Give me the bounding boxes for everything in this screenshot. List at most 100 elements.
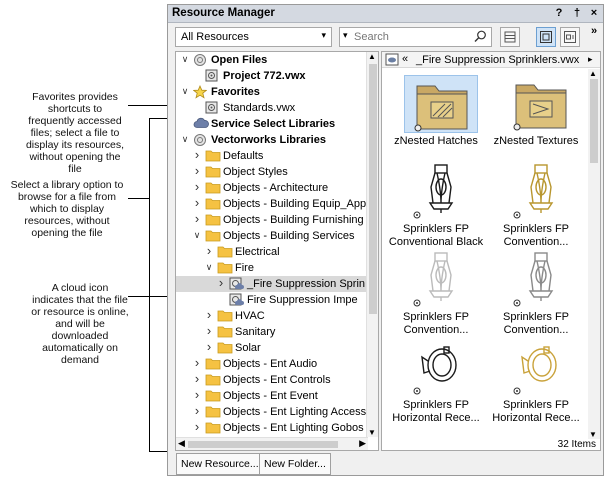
resource-thumbnail[interactable]: Sprinklers FP Horizontal Rece... bbox=[386, 333, 486, 424]
tree-scroll-thumb[interactable] bbox=[369, 64, 377, 314]
scroll-down-icon[interactable]: ▼ bbox=[368, 428, 376, 437]
tree-item-label: Project 772.vwx bbox=[223, 70, 306, 82]
tree-item[interactable]: ∨ Objects - Building Services bbox=[176, 228, 368, 244]
folder-icon bbox=[205, 405, 221, 421]
tree-item[interactable]: Standards.vwx bbox=[176, 100, 368, 116]
tree-item[interactable]: › Solar bbox=[176, 339, 368, 357]
tree-item[interactable]: ∨ Open Files bbox=[176, 52, 368, 68]
close-button[interactable]: × bbox=[588, 7, 600, 19]
tree-item-label: _Fire Suppression Sprin bbox=[247, 278, 366, 290]
scroll-up-icon[interactable]: ▲ bbox=[589, 69, 597, 78]
search-input[interactable] bbox=[354, 30, 472, 44]
tree-item[interactable]: › Objects - Ent Audio bbox=[176, 355, 368, 372]
scroll-up-icon[interactable]: ▲ bbox=[368, 52, 376, 61]
resource-thumbnail[interactable]: Sprinklers FP Conventional Black bbox=[386, 157, 486, 248]
tree-item[interactable]: › Objects - Architecture bbox=[176, 179, 368, 196]
sprinkler-symbol-icon bbox=[504, 163, 578, 221]
chevron-down-icon[interactable]: ∨ bbox=[180, 54, 190, 65]
chevron-right-icon[interactable]: › bbox=[192, 163, 202, 178]
viewer-vertical-scrollbar[interactable]: ▲ ▼ bbox=[588, 69, 600, 439]
chevron-right-icon[interactable]: › bbox=[192, 403, 202, 418]
tree-hscroll-thumb[interactable] bbox=[188, 441, 338, 448]
tree-item[interactable]: › Sanitary bbox=[176, 323, 368, 340]
resource-type-dropdown[interactable]: All Resources ▾ bbox=[175, 27, 332, 47]
tree-item[interactable]: › _Fire Suppression Sprin bbox=[176, 275, 368, 292]
chevron-right-icon[interactable]: › bbox=[204, 243, 214, 258]
tree-item[interactable]: › HVAC bbox=[176, 307, 368, 324]
chevron-right-icon[interactable]: › bbox=[216, 275, 226, 290]
chevron-right-icon[interactable]: › bbox=[192, 355, 202, 370]
thumbnail-view-button[interactable] bbox=[536, 27, 556, 47]
new-folder-button[interactable]: New Folder... bbox=[259, 453, 331, 475]
resource-thumbnail[interactable]: Sprinklers FP Convention... bbox=[486, 157, 586, 248]
tree-item[interactable]: › Object Styles bbox=[176, 163, 368, 180]
resource-caption: Sprinklers FP Horizontal Rece... bbox=[392, 399, 480, 424]
search-icon[interactable] bbox=[474, 30, 487, 46]
sprinkler-symbol-icon bbox=[504, 251, 578, 309]
sprinkler-symbol-icon bbox=[404, 339, 478, 397]
resource-caption: zNested Textures bbox=[493, 135, 579, 147]
details-view-button[interactable] bbox=[560, 27, 580, 47]
resource-thumbnail[interactable]: Sprinklers FP Convention... bbox=[386, 245, 486, 336]
viewer-scroll-thumb[interactable] bbox=[590, 79, 598, 163]
resource-thumbnail[interactable]: Sprinklers FP Horizontal Rece... bbox=[486, 333, 586, 424]
chevron-right-icon[interactable]: › bbox=[192, 147, 202, 162]
tree-item[interactable]: Service Select Libraries bbox=[176, 116, 368, 132]
resource-thumbnail[interactable]: Sprinklers FP Convention... bbox=[486, 245, 586, 336]
chevron-down-icon[interactable]: ∨ bbox=[192, 230, 202, 241]
scroll-right-icon[interactable]: ▶ bbox=[359, 438, 366, 449]
back-button[interactable]: « bbox=[402, 53, 408, 65]
chevron-down-icon[interactable]: ∨ bbox=[180, 134, 190, 145]
tree-item[interactable]: ∨ Fire bbox=[176, 260, 368, 276]
tree-vertical-scrollbar[interactable]: ▲ ▼ bbox=[366, 52, 378, 437]
tree-item[interactable]: › Objects - Ent Lighting Access bbox=[176, 403, 368, 421]
help-button[interactable]: ? bbox=[553, 7, 565, 19]
list-view-button[interactable] bbox=[500, 27, 520, 47]
scroll-left-icon[interactable]: ◀ bbox=[178, 438, 185, 449]
library-leader-vertical bbox=[149, 118, 150, 451]
tree-item-label: Standards.vwx bbox=[223, 102, 296, 114]
chevron-right-icon[interactable]: › bbox=[204, 323, 214, 338]
tree-item[interactable]: Fire Suppression Impe bbox=[176, 292, 368, 308]
resource-thumbnail[interactable]: zNested Hatches bbox=[386, 69, 486, 155]
tree-item[interactable]: ∨ Favorites bbox=[176, 84, 368, 100]
more-options-button[interactable]: » bbox=[588, 25, 600, 37]
tree-item-label: Objects - Building Services bbox=[223, 230, 355, 242]
chevron-right-icon[interactable]: › bbox=[204, 339, 214, 354]
chevron-down-icon[interactable]: ∨ bbox=[180, 86, 190, 97]
chevron-right-icon[interactable]: › bbox=[192, 419, 202, 434]
chevron-right-icon[interactable]: › bbox=[192, 371, 202, 386]
tree-item[interactable]: › Electrical bbox=[176, 243, 368, 260]
chevron-right-icon[interactable]: › bbox=[204, 307, 214, 322]
scroll-down-icon[interactable]: ▼ bbox=[589, 430, 597, 439]
tree-item[interactable]: › Defaults bbox=[176, 147, 368, 164]
path-menu-arrow[interactable]: ▸ bbox=[588, 54, 593, 65]
cloud-file-icon bbox=[229, 293, 244, 309]
tree-item[interactable]: › Objects - Ent Event bbox=[176, 387, 368, 404]
tree-item[interactable]: › Objects - Building Equip_App bbox=[176, 195, 368, 213]
resource-caption: Sprinklers FP Horizontal Rece... bbox=[492, 399, 580, 424]
chevron-right-icon[interactable]: › bbox=[192, 179, 202, 194]
resource-viewer-pane: « _Fire Suppression Sprinklers.vwx ▸ zNe… bbox=[381, 51, 601, 451]
search-options-dropdown[interactable]: ▾ bbox=[343, 30, 348, 41]
pin-button[interactable]: † bbox=[571, 7, 583, 19]
tree-item[interactable]: › Objects - Building Furnishing bbox=[176, 211, 368, 228]
resource-type-value: All Resources bbox=[181, 31, 249, 43]
cloud-file-icon bbox=[385, 53, 399, 69]
tree-item[interactable]: ∨ Vectorworks Libraries bbox=[176, 132, 368, 148]
chevron-right-icon[interactable]: › bbox=[192, 211, 202, 226]
folder-icon bbox=[205, 197, 221, 213]
folder-icon bbox=[217, 341, 233, 357]
chevron-right-icon[interactable]: › bbox=[192, 195, 202, 210]
chevron-right-icon[interactable]: › bbox=[192, 387, 202, 402]
tree-item-label: Objects - Building Furnishing bbox=[223, 214, 364, 226]
tree-item-label: Solar bbox=[235, 342, 261, 354]
tree-item[interactable]: › Objects - Ent Controls bbox=[176, 371, 368, 388]
tree-item-label: Sanitary bbox=[235, 326, 276, 338]
resource-thumbnail[interactable]: zNested Textures bbox=[486, 69, 586, 155]
chevron-down-icon[interactable]: ∨ bbox=[204, 262, 214, 273]
tree-horizontal-scrollbar[interactable]: ◀ ▶ bbox=[176, 437, 368, 450]
tree-item[interactable]: Project 772.vwx bbox=[176, 68, 368, 84]
tree-item[interactable]: › Objects - Ent Lighting Gobos bbox=[176, 419, 368, 436]
new-resource-button[interactable]: New Resource... bbox=[176, 453, 264, 475]
